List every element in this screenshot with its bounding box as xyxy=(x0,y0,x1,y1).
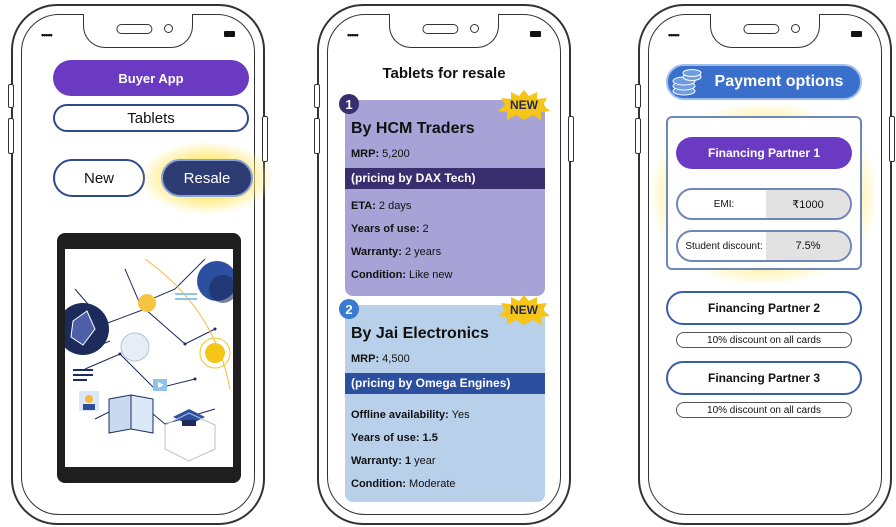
detail-row: Condition: Moderate xyxy=(351,478,456,490)
mrp: MRP: 5,200 xyxy=(351,148,410,160)
detail-label: Offline availability: xyxy=(351,409,449,421)
detail-label: ETA: xyxy=(351,200,376,212)
detail-value: 2 xyxy=(422,223,429,235)
resale-button[interactable]: Resale xyxy=(161,159,253,197)
camera xyxy=(470,24,479,33)
tablet-illustration xyxy=(57,233,241,483)
power-button xyxy=(568,116,574,162)
financing-partner-2-button[interactable]: Financing Partner 2 xyxy=(666,291,862,325)
student-discount-value: 7.5% xyxy=(766,232,850,260)
detail-row: Warranty: 1 year xyxy=(351,455,436,467)
emi-label: EMI: xyxy=(713,198,735,210)
battery-icon xyxy=(530,31,541,37)
detail-label: Warranty: xyxy=(351,246,402,258)
volume-button xyxy=(8,118,14,154)
detail-value: Yes xyxy=(451,409,470,421)
financing-partner-3-button[interactable]: Financing Partner 3 xyxy=(666,361,862,395)
detail-label: Condition: xyxy=(351,478,406,490)
speaker xyxy=(422,24,459,34)
new-button[interactable]: New xyxy=(53,159,145,197)
student-discount-label: Student discount: xyxy=(685,240,763,252)
tech-illustration-icon xyxy=(65,258,233,462)
new-badge: NEW xyxy=(497,295,551,325)
detail-row: ETA: 2 days xyxy=(351,200,411,212)
mrp: MRP: 4,500 xyxy=(351,353,410,365)
detail-row: Years of use: 1.5 xyxy=(351,432,438,444)
camera xyxy=(164,24,173,33)
detail-value: Moderate xyxy=(409,478,456,490)
student-discount-row: Student discount: 7.5% xyxy=(676,230,852,262)
pricing-band: (pricing by Omega Engines) xyxy=(345,373,545,394)
coins-stack-icon xyxy=(672,69,702,96)
page-title: Tablets for resale xyxy=(382,65,506,82)
volume-button xyxy=(314,84,320,108)
detail-label: Condition: xyxy=(351,269,406,281)
volume-button xyxy=(8,84,14,108)
tablet-screen-art xyxy=(65,249,233,467)
signal-icon: ••••• xyxy=(668,30,680,40)
detail-value: 2 years xyxy=(405,246,442,258)
detail-label: Warranty: 1 xyxy=(351,455,412,467)
app-title-button[interactable]: Buyer App xyxy=(53,60,249,96)
partner3-offer: 10% discount on all cards xyxy=(676,402,852,418)
detail-value: Like new xyxy=(409,269,453,281)
mrp-label: MRP: xyxy=(351,353,380,365)
detail-row: Condition: Like new xyxy=(351,269,452,281)
camera xyxy=(791,24,800,33)
listing-card[interactable]: 1 NEW By HCM Traders MRP: 5,200 (pricing… xyxy=(339,90,550,296)
signal-icon: ••••• xyxy=(41,30,53,40)
seller-name: By HCM Traders xyxy=(351,120,475,137)
speaker xyxy=(116,24,153,34)
listing-card[interactable]: 2 NEW By Jai Electronics MRP: 4,500 (pri… xyxy=(339,295,550,502)
financing-partner-1-button[interactable]: Financing Partner 1 xyxy=(676,137,852,169)
emi-value: ₹1000 xyxy=(766,190,850,218)
battery-icon xyxy=(224,31,235,37)
detail-value: year xyxy=(414,455,436,467)
volume-button xyxy=(635,84,641,108)
signal-icon: ••••• xyxy=(347,30,359,40)
detail-row: Warranty: 2 years xyxy=(351,246,441,258)
listing-number: 2 xyxy=(339,299,359,319)
new-badge: NEW xyxy=(497,90,551,120)
speaker xyxy=(743,24,780,34)
detail-row: Years of use: 2 xyxy=(351,223,429,235)
phone-payment-options: ••••• Payment options Financing Partner … xyxy=(635,4,895,525)
pricing-band: (pricing by DAX Tech) xyxy=(345,168,545,189)
mrp-value: 4,500 xyxy=(382,353,410,365)
badge-label: NEW xyxy=(510,303,538,317)
detail-label: Years of use: xyxy=(351,223,420,235)
mrp-value: 5,200 xyxy=(382,148,410,160)
category-selector[interactable]: Tablets xyxy=(53,104,249,132)
detail-label: Years of use: 1.5 xyxy=(351,432,438,444)
emi-row: EMI: ₹1000 xyxy=(676,188,852,220)
battery-icon xyxy=(851,31,862,37)
power-button xyxy=(889,116,895,162)
detail-value: 2 days xyxy=(378,200,412,212)
mrp-label: MRP: xyxy=(351,148,380,160)
seller-name: By Jai Electronics xyxy=(351,325,489,342)
partner2-offer: 10% discount on all cards xyxy=(676,332,852,348)
volume-button xyxy=(635,118,641,154)
phone-buyer-app: ••••• Buyer App Tablets New Resale xyxy=(8,4,273,525)
phone-resale-listings: ••••• Tablets for resale 1 NEW By HCM Tr… xyxy=(314,4,574,525)
listing-number: 1 xyxy=(339,94,359,114)
volume-button xyxy=(314,118,320,154)
badge-label: NEW xyxy=(510,98,538,112)
detail-row: Offline availability: Yes xyxy=(351,409,470,421)
